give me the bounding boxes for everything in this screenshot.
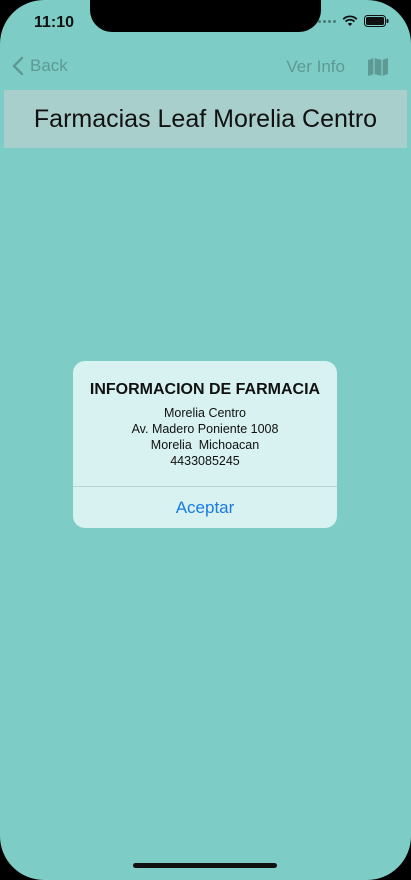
home-indicator[interactable] (133, 863, 277, 868)
alert-line-address: Av. Madero Poniente 1008 (131, 422, 279, 436)
chevron-left-icon (12, 56, 24, 76)
wifi-icon (342, 15, 358, 26)
back-button[interactable]: Back (12, 56, 68, 76)
alert-line-phone: 4433085245 (170, 454, 240, 468)
notch (90, 0, 321, 32)
navigation-bar: Back Ver Info (0, 46, 411, 90)
signal-dots-icon (318, 19, 336, 23)
map-icon[interactable] (367, 56, 389, 78)
phone-screen: 11:10 Back Ver Info Farmacias Leaf Morel… (0, 0, 411, 880)
alert-line-city: Morelia Michoacan (150, 438, 260, 452)
page-title: Farmacias Leaf Morelia Centro (4, 90, 407, 148)
status-time: 11:10 (34, 14, 75, 31)
ver-info-button[interactable]: Ver Info (286, 57, 345, 77)
accept-button[interactable]: Aceptar (73, 487, 337, 528)
alert-message: Morelia Centro Av. Madero Poniente 1008 … (73, 405, 337, 469)
battery-icon (364, 15, 389, 27)
nav-actions: Ver Info (286, 56, 389, 78)
alert-dialog: INFORMACION DE FARMACIA Morelia Centro A… (73, 361, 337, 528)
alert-line-name: Morelia Centro (164, 406, 246, 420)
back-label: Back (30, 56, 68, 75)
alert-title: INFORMACION DE FARMACIA (89, 381, 321, 398)
status-icons (318, 15, 389, 27)
